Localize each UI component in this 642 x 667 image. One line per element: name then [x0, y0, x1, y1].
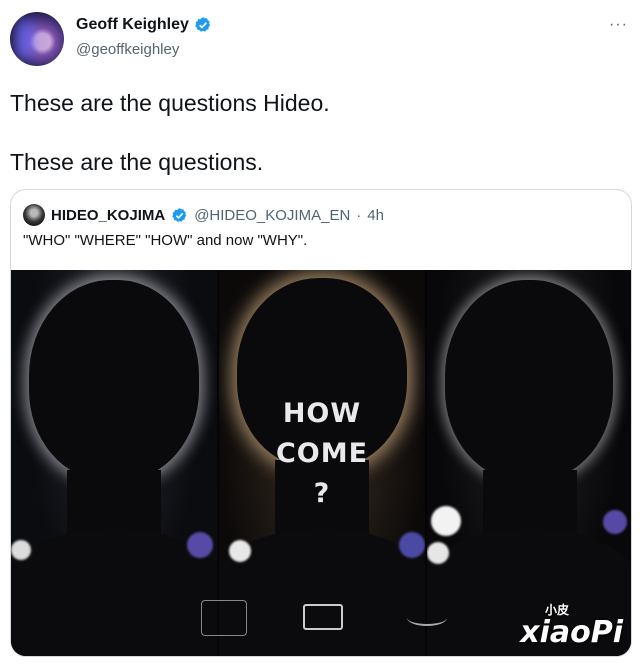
quoted-name: HIDEO_KOJIMA	[51, 206, 166, 224]
overlay-text-come: COME	[275, 438, 369, 469]
silhouette-head	[445, 280, 613, 480]
bokeh-light	[11, 540, 31, 560]
tweet-line: These are the questions Hideo.	[10, 90, 330, 116]
studio-emblem-icon	[201, 600, 247, 636]
author-name-row: Geoff Keighley	[76, 16, 212, 34]
tweet-text: These are the questions Hideo. These are…	[10, 88, 330, 177]
silhouette-body	[11, 530, 217, 656]
bokeh-light	[399, 532, 425, 558]
tentacle-emblem-icon	[407, 610, 447, 626]
bokeh-light	[187, 532, 213, 558]
media-panel-right	[427, 270, 631, 656]
avatar-glow	[16, 20, 34, 58]
quoted-media-image[interactable]: HOW COME ? 小皮 xiaoPi	[11, 270, 631, 656]
watermark-logo: 小皮 xiaoPi	[520, 603, 623, 650]
kojima-productions-logo-icon	[303, 604, 343, 630]
media-panel-left	[11, 270, 217, 656]
bokeh-light	[229, 540, 251, 562]
more-options-icon[interactable]: ···	[609, 16, 628, 34]
watermark-small-text: 小皮	[544, 603, 569, 617]
overlay-text-how: HOW	[282, 398, 362, 429]
quoted-time: 4h	[367, 206, 384, 224]
bokeh-light	[427, 542, 449, 564]
quoted-avatar	[23, 204, 45, 226]
author-avatar[interactable]	[10, 12, 64, 66]
verified-badge-icon	[172, 207, 187, 222]
author-handle[interactable]: @geoffkeighley	[76, 41, 179, 58]
quoted-header: HIDEO_KOJIMA @HIDEO_KOJIMA_EN · 4h	[23, 204, 384, 226]
watermark-text: xiaoPi	[520, 615, 623, 650]
bokeh-light	[431, 506, 461, 536]
bokeh-light	[603, 510, 627, 534]
verified-badge-icon	[195, 17, 211, 32]
overlay-text-question: ?	[313, 478, 331, 509]
author-name[interactable]: Geoff Keighley	[76, 16, 189, 34]
quoted-handle: @HIDEO_KOJIMA_EN	[194, 206, 351, 224]
quoted-tweet-card[interactable]: HIDEO_KOJIMA @HIDEO_KOJIMA_EN · 4h "WHO"…	[10, 189, 632, 657]
tweet-line: These are the questions.	[10, 149, 264, 175]
quoted-separator: ·	[356, 206, 362, 224]
quoted-text: "WHO" "WHERE" "HOW" and now "WHY".	[23, 232, 308, 249]
silhouette-head	[29, 280, 199, 480]
